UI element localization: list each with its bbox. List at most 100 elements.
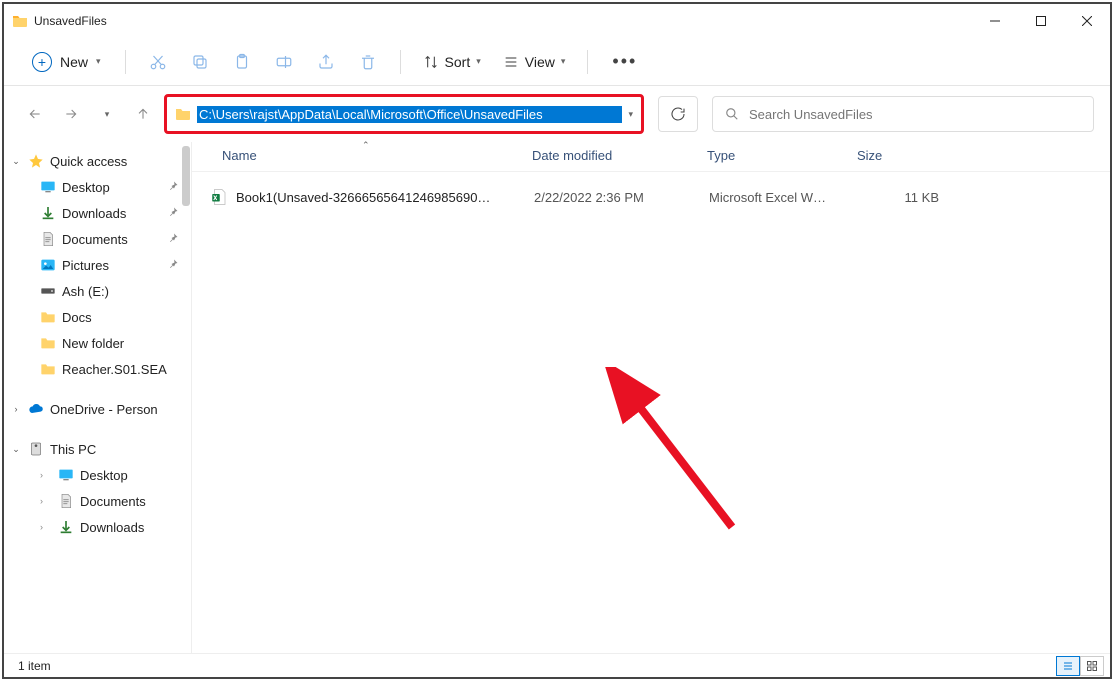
chevron-down-icon: ▾ (476, 56, 481, 67)
chevron-right-icon[interactable]: › (10, 404, 22, 414)
chevron-down-icon: ▾ (561, 56, 566, 67)
folder-icon (40, 335, 56, 351)
sidebar-item[interactable]: › Documents (4, 488, 191, 514)
sidebar-item-label: Quick access (50, 154, 127, 169)
sidebar-this-pc[interactable]: ⌄ This PC (4, 436, 191, 462)
sidebar-item[interactable]: › Downloads (4, 514, 191, 540)
folder-icon (40, 309, 56, 325)
sidebar-item-label: Pictures (62, 258, 109, 273)
chevron-down-icon[interactable]: ⌄ (10, 444, 22, 455)
refresh-button[interactable] (658, 96, 698, 132)
file-row[interactable]: Book1(Unsaved-32666565641246985690…2/22/… (192, 184, 1110, 210)
sidebar-item-label: This PC (50, 442, 96, 457)
plus-icon: + (32, 52, 52, 72)
address-row: ▾ C:\Users\rajst\AppData\Local\Microsoft… (4, 86, 1110, 142)
forward-button[interactable] (56, 99, 86, 129)
chevron-right-icon[interactable]: › (40, 470, 52, 480)
status-item-count: 1 item (18, 659, 51, 673)
sidebar-item[interactable]: Reacher.S01.SEA (4, 356, 191, 382)
sidebar-item-label: Docs (62, 310, 92, 325)
pin-icon (167, 180, 179, 195)
sidebar-item-label: Downloads (62, 206, 126, 221)
desktop-icon (58, 467, 74, 483)
share-button[interactable] (308, 44, 344, 80)
maximize-button[interactable] (1018, 4, 1064, 38)
sidebar-item-label: Desktop (80, 468, 128, 483)
sidebar-item-label: Ash (E:) (62, 284, 109, 299)
sort-button[interactable]: Sort ▾ (415, 48, 489, 76)
sidebar-item[interactable]: Ash (E:) (4, 278, 191, 304)
column-header-name[interactable]: ⌃Name (222, 148, 532, 163)
sidebar-quick-access[interactable]: ⌄ Quick access (4, 148, 191, 174)
chevron-down-icon[interactable]: ⌄ (10, 156, 22, 167)
sidebar-item[interactable]: Docs (4, 304, 191, 330)
close-button[interactable] (1064, 4, 1110, 38)
sidebar-item-label: Documents (80, 494, 146, 509)
file-list-pane: ⌃Name Date modified Type Size Book1(Unsa… (192, 142, 1110, 653)
desktop-icon (40, 179, 56, 195)
pin-icon (167, 258, 179, 273)
view-button[interactable]: View ▾ (495, 48, 574, 76)
sidebar-item-label: Desktop (62, 180, 110, 195)
paste-button[interactable] (224, 44, 260, 80)
file-type: Microsoft Excel W… (709, 190, 859, 205)
minimize-button[interactable] (972, 4, 1018, 38)
search-input[interactable] (749, 107, 1081, 122)
rename-button[interactable] (266, 44, 302, 80)
file-name: Book1(Unsaved-32666565641246985690… (236, 190, 534, 205)
address-bar[interactable]: C:\Users\rajst\AppData\Local\Microsoft\O… (164, 94, 644, 134)
column-header-type[interactable]: Type (707, 148, 857, 163)
navigation-pane[interactable]: ⌄ Quick access Desktop Downloads Documents… (4, 142, 192, 653)
copy-button[interactable] (182, 44, 218, 80)
chevron-down-icon[interactable]: ▾ (628, 109, 633, 120)
folder-icon (12, 13, 28, 29)
chevron-right-icon[interactable]: › (40, 522, 52, 532)
thumbnails-view-button[interactable] (1080, 656, 1104, 676)
scrollbar-thumb[interactable] (182, 146, 190, 206)
folder-icon (175, 106, 191, 122)
excel-file-icon (210, 188, 228, 206)
pin-icon (167, 206, 179, 221)
details-view-button[interactable] (1056, 656, 1080, 676)
cloud-icon (28, 401, 44, 417)
sidebar-item[interactable]: New folder (4, 330, 191, 356)
pictures-icon (40, 257, 56, 273)
sidebar-item[interactable]: Downloads (4, 200, 191, 226)
new-label: New (60, 54, 88, 70)
recent-dropdown[interactable]: ▾ (92, 99, 122, 129)
column-header-date[interactable]: Date modified (532, 148, 707, 163)
documents-icon (58, 493, 74, 509)
sidebar-item-label: Documents (62, 232, 128, 247)
documents-icon (40, 231, 56, 247)
sidebar-onedrive[interactable]: › OneDrive - Person (4, 396, 191, 422)
sidebar-item[interactable]: Desktop (4, 174, 191, 200)
chevron-down-icon: ▾ (96, 56, 101, 67)
up-button[interactable] (128, 99, 158, 129)
address-path[interactable]: C:\Users\rajst\AppData\Local\Microsoft\O… (197, 106, 622, 123)
new-button[interactable]: + New ▾ (22, 46, 111, 78)
sidebar-item-label: OneDrive - Person (50, 402, 158, 417)
pin-icon (167, 232, 179, 247)
back-button[interactable] (20, 99, 50, 129)
cut-button[interactable] (140, 44, 176, 80)
sidebar-item-label: New folder (62, 336, 124, 351)
file-date: 2/22/2022 2:36 PM (534, 190, 709, 205)
star-icon (28, 153, 44, 169)
window-title: UnsavedFiles (34, 14, 107, 28)
view-label: View (525, 54, 555, 70)
delete-button[interactable] (350, 44, 386, 80)
sidebar-item[interactable]: › Desktop (4, 462, 191, 488)
sidebar-item[interactable]: Pictures (4, 252, 191, 278)
search-box[interactable] (712, 96, 1094, 132)
title-bar: UnsavedFiles (4, 4, 1110, 38)
sidebar-item[interactable]: Documents (4, 226, 191, 252)
sort-caret-icon: ⌃ (362, 140, 370, 151)
command-bar: + New ▾ Sort ▾ View ▾ ••• (4, 38, 1110, 86)
file-size: 11 KB (859, 190, 939, 205)
sidebar-item-label: Downloads (80, 520, 144, 535)
column-header-size[interactable]: Size (857, 148, 937, 163)
status-bar: 1 item (4, 653, 1110, 677)
search-icon (725, 107, 739, 121)
chevron-right-icon[interactable]: › (40, 496, 52, 506)
more-button[interactable]: ••• (602, 45, 647, 78)
